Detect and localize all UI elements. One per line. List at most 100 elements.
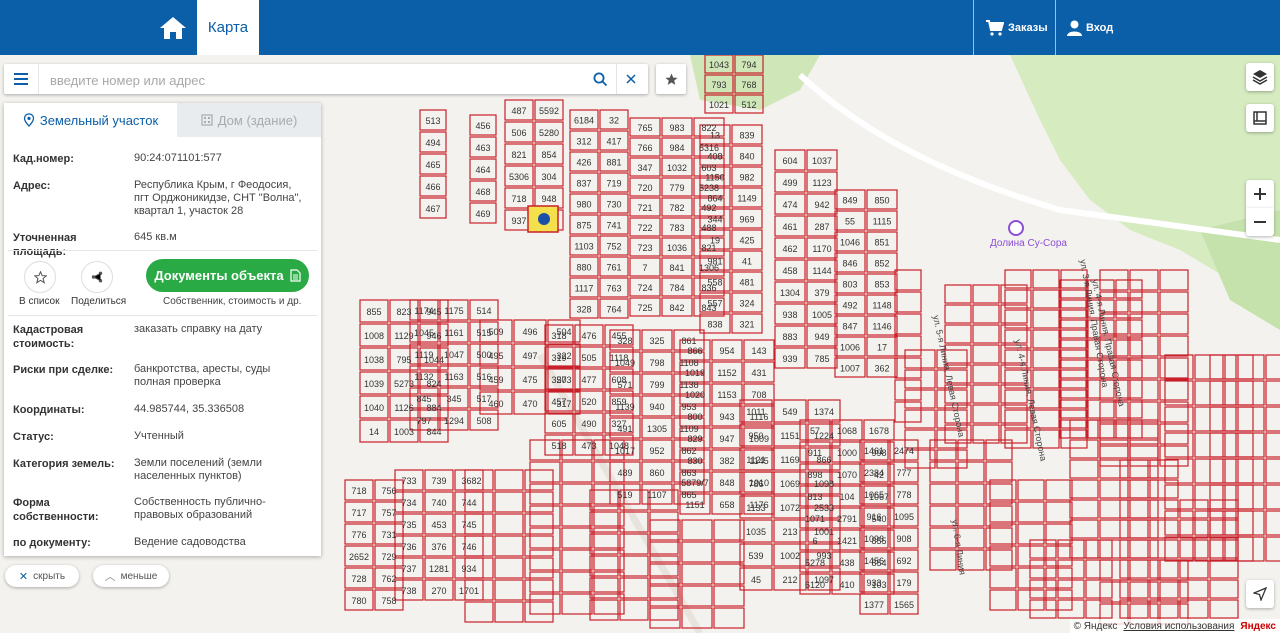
favorites-button[interactable] [656, 64, 686, 94]
parcel-number: 1003 [394, 427, 414, 437]
parcel-number: 839 [739, 131, 754, 141]
parcel-number: 717 [351, 508, 366, 518]
parcel-number: 519 [617, 490, 632, 500]
yandex-logo[interactable]: Яндекс [1240, 621, 1276, 632]
parcel-number: 981 [707, 257, 722, 267]
parcel-number: 1035 [746, 527, 766, 537]
parcel-number: 1170 [812, 244, 831, 254]
parcel-number: 1017 [615, 446, 635, 456]
add-to-list-button[interactable] [24, 261, 56, 293]
parcel-number: 799 [649, 380, 664, 390]
parcel-number: 850 [874, 196, 889, 206]
parcel-number: 1146 [872, 322, 891, 332]
order-certificate-link[interactable]: заказать справку на дату [134, 323, 309, 336]
parcel-number: 1161 [444, 328, 463, 338]
ruler-button[interactable] [1246, 104, 1274, 132]
document-icon [290, 269, 301, 282]
terms-link[interactable]: Условия использования [1123, 621, 1234, 632]
login-button[interactable]: Вход [1067, 0, 1113, 55]
parcel-number: 32 [609, 116, 619, 126]
parcel-number: 319 [551, 353, 566, 363]
layers-icon [1252, 70, 1268, 85]
parcel-number: 1565 [894, 600, 914, 610]
parcel-number: 734 [401, 498, 416, 508]
parcel-number: 898 [807, 470, 822, 480]
parcel-number: 721 [637, 203, 652, 213]
geolocation-button[interactable] [1246, 580, 1274, 608]
parcel-number: 783 [669, 223, 684, 233]
parcel-number: 362 [874, 364, 889, 374]
parcel-number: 1117 [575, 284, 594, 294]
parcel-number: 14 [369, 427, 379, 437]
parcel-number: 1119 [415, 350, 434, 360]
parcel-number: 778 [896, 490, 911, 500]
add-to-list-label: В список [19, 296, 60, 307]
parcel-number: 1163 [444, 372, 463, 382]
orders-label: Заказы [1008, 21, 1048, 34]
field-value: 44.985744, 35.336508 [134, 403, 245, 415]
parcel-number: 1109 [679, 424, 698, 434]
parcel-number: 1133 [746, 503, 765, 513]
clear-icon[interactable] [616, 64, 645, 94]
zoom-out-button[interactable] [1246, 208, 1274, 236]
parcel-number: 880 [576, 263, 591, 273]
parcel-number: 865 [681, 490, 696, 500]
zoom-in-button[interactable] [1246, 180, 1274, 208]
parcel-number: 1456 [864, 556, 884, 566]
tab-building[interactable]: Дом (здание) [177, 103, 321, 137]
parcel-number: 757 [381, 508, 396, 518]
tab-map[interactable]: Карта [197, 0, 259, 55]
parcel-number: 476 [581, 331, 596, 341]
parcel-number: 490 [581, 419, 596, 429]
parcel-number: 730 [606, 200, 621, 210]
menu-icon[interactable] [4, 64, 39, 94]
parcel-number: 779 [669, 183, 684, 193]
parcel-number: 7 [642, 263, 647, 273]
parcel-number: 848 [719, 478, 734, 488]
parcel-number: 739 [431, 476, 446, 486]
parcel-number: 320 [551, 375, 566, 385]
parcel-number: 942 [814, 200, 829, 210]
parcel-number: 456 [475, 121, 490, 131]
parcel-number: 842 [669, 303, 684, 313]
parcel-number: 1377 [864, 600, 884, 610]
parcel-number: 718 [351, 486, 366, 496]
field-label: Форма собственности: [13, 497, 99, 523]
parcel-number: 6184 [574, 116, 594, 126]
parcel-number: 729 [381, 552, 396, 562]
home-icon[interactable] [150, 0, 195, 55]
documents-button[interactable]: Документы объекта [146, 259, 309, 292]
orders-button[interactable]: Заказы [986, 0, 1048, 55]
parcel-number: 508 [476, 416, 491, 426]
parcel-number: 782 [669, 203, 684, 213]
parcel-number: 453 [431, 520, 446, 530]
parcel-number: 499 [782, 178, 797, 188]
cadastral-number-link[interactable]: 90:24:071101:577 [134, 152, 309, 165]
parcel-number: 735 [401, 520, 416, 530]
plus-icon [1254, 188, 1266, 200]
parcel-number: 539 [748, 551, 763, 561]
search-icon[interactable] [586, 64, 614, 94]
hide-panel-button[interactable]: ✕ скрыть [5, 565, 79, 587]
parcel-number: 916 [866, 512, 881, 522]
share-button[interactable] [81, 261, 113, 293]
parcel-number: 213 [782, 527, 797, 537]
map-pin-icon [23, 113, 34, 127]
parcel-number: 724 [637, 283, 652, 293]
parcel-number: 1151 [685, 500, 704, 510]
parcel-number: 487 [511, 106, 526, 116]
parcel-number: 379 [814, 288, 829, 298]
parcel-number: 1421 [837, 536, 857, 546]
parcel-number: 1169 [780, 455, 799, 465]
parcel-number: 785 [814, 354, 829, 364]
search-input[interactable] [48, 68, 582, 92]
navigation-icon [1253, 587, 1267, 601]
collapse-panel-button[interactable]: ︿ меньше [93, 565, 169, 587]
full-check-link[interactable]: полная проверка [134, 376, 309, 389]
layers-button[interactable] [1246, 63, 1274, 91]
parcel-number: 605 [551, 419, 566, 429]
tab-building-label: Дом (здание) [217, 112, 298, 128]
parcel-number: 1152 [717, 368, 736, 378]
tab-land-plot[interactable]: Земельный участок [4, 103, 177, 137]
parcel-number: 1108 [679, 358, 698, 368]
